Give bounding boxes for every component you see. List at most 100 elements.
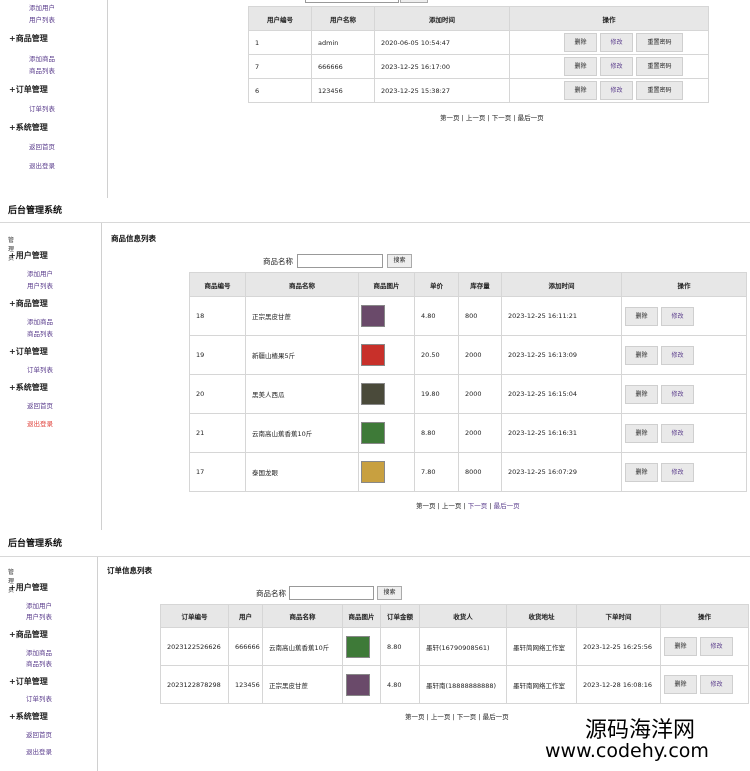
pager-last[interactable]: 最后一页 — [483, 713, 509, 721]
sidebar-link-add-user[interactable]: 添加用户 — [29, 2, 55, 12]
search-label: 商品名称 — [263, 257, 293, 266]
edit-button[interactable]: 修改 — [661, 423, 694, 443]
sidebar-link-logout[interactable]: 退出登录 — [26, 746, 52, 756]
pager-next[interactable]: 下一页 — [468, 502, 488, 510]
table-cell: admin — [311, 30, 375, 55]
sidebar-link-product-list[interactable]: 商品列表 — [29, 65, 55, 75]
pager-first[interactable]: 第一页 — [416, 502, 436, 510]
edit-button[interactable]: 修改 — [700, 675, 733, 694]
table-cell: 4.80 — [380, 665, 420, 704]
col-header: 商品名称 — [245, 272, 359, 297]
product-table: 商品编号 商品名称 商品图片 单价 库存量 添加时间 操作 18 正宗黑皮甘蔗 4.… — [189, 272, 747, 492]
delete-button[interactable]: 删除 — [625, 462, 658, 482]
sidebar-link-add-product[interactable]: 添加商品 — [29, 53, 55, 63]
sidebar-link-home[interactable]: 返回首页 — [29, 141, 55, 151]
search-button[interactable]: 搜索 — [387, 254, 412, 268]
image-cell — [358, 374, 415, 414]
sidebar-group-products[interactable]: +商品管理 — [9, 33, 48, 44]
col-header: 用户编号 — [248, 6, 312, 31]
sidebar-group-system[interactable]: +系统管理 — [9, 382, 48, 393]
sidebar-group-users[interactable]: +用户管理 — [9, 582, 48, 593]
delete-button[interactable]: 删除 — [564, 57, 597, 76]
sidebar-group-users[interactable]: +用户管理 — [9, 250, 48, 261]
sidebar-group-orders[interactable]: +订单管理 — [9, 84, 48, 95]
sidebar-link-add-product[interactable]: 添加商品 — [27, 316, 53, 326]
table-cell: 19.80 — [414, 374, 459, 414]
edit-button[interactable]: 修改 — [600, 81, 633, 100]
sidebar-link-logout[interactable]: 退出登录 — [29, 160, 55, 170]
sidebar-divider — [107, 0, 108, 198]
search-label: 商品名称 — [256, 589, 286, 598]
product-search: 商品名称 搜索 — [263, 254, 413, 268]
pager-prev[interactable]: 上一页 — [442, 502, 462, 510]
sidebar-group-system[interactable]: +系统管理 — [9, 122, 48, 133]
order-pager: 第一页 | 上一页 | 下一页 | 最后一页 — [405, 711, 509, 721]
table-row: 21 云南高山蕉香蕉10斤 8.80 2000 2023-12-25 16:16:31 删… — [189, 413, 747, 453]
delete-button[interactable]: 删除 — [625, 306, 658, 326]
delete-button[interactable]: 删除 — [564, 81, 597, 100]
edit-button[interactable]: 修改 — [600, 57, 633, 76]
edit-button[interactable]: 修改 — [661, 345, 694, 365]
pager-next[interactable]: 下一页 — [457, 713, 477, 721]
sidebar-link-product-list[interactable]: 商品列表 — [26, 658, 52, 668]
search-input-cropped[interactable] — [305, 0, 399, 3]
table-cell: 21 — [189, 413, 246, 453]
search-button[interactable]: 搜索 — [377, 586, 402, 600]
reset-password-button[interactable]: 重置密码 — [636, 33, 683, 52]
sidebar-link-user-list[interactable]: 用户列表 — [27, 280, 53, 290]
col-header: 库存量 — [458, 272, 502, 297]
delete-button[interactable]: 删除 — [664, 675, 697, 694]
search-input[interactable] — [297, 254, 383, 268]
sidebar-link-add-user[interactable]: 添加用户 — [26, 600, 52, 610]
pager-next[interactable]: 下一页 — [492, 114, 512, 122]
delete-button[interactable]: 删除 — [625, 345, 658, 365]
edit-button[interactable]: 修改 — [661, 462, 694, 482]
edit-button[interactable]: 修改 — [600, 33, 633, 52]
actions-cell: 删除 修改 — [660, 627, 749, 666]
delete-button[interactable]: 删除 — [625, 384, 658, 404]
sidebar-link-home[interactable]: 返回首页 — [27, 400, 53, 410]
pager-first[interactable]: 第一页 — [405, 713, 425, 721]
pager-last[interactable]: 最后一页 — [518, 114, 544, 122]
col-header: 用户 — [228, 604, 263, 628]
edit-button[interactable]: 修改 — [661, 384, 694, 404]
image-cell — [342, 665, 381, 704]
table-cell: 6 — [248, 78, 312, 103]
sidebar-group-products[interactable]: +商品管理 — [9, 298, 48, 309]
pager-prev[interactable]: 上一页 — [466, 114, 486, 122]
pager-prev[interactable]: 上一页 — [431, 713, 451, 721]
reset-password-button[interactable]: 重置密码 — [636, 57, 683, 76]
delete-button[interactable]: 删除 — [564, 33, 597, 52]
search-input[interactable] — [289, 586, 374, 600]
app-title: 后台管理系统 — [8, 539, 63, 549]
table-cell: 666666 — [228, 627, 263, 666]
table-cell: 2023-12-25 16:15:04 — [501, 374, 622, 414]
sidebar-link-order-list[interactable]: 订单列表 — [26, 693, 52, 703]
sidebar-link-order-list[interactable]: 订单列表 — [29, 103, 55, 113]
search-button-cropped[interactable] — [400, 0, 428, 3]
sidebar-link-user-list[interactable]: 用户列表 — [29, 14, 55, 24]
sidebar-group-orders[interactable]: +订单管理 — [9, 676, 48, 687]
sidebar-link-add-product[interactable]: 添加商品 — [26, 647, 52, 657]
product-pager: 第一页 | 上一页 | 下一页 | 最后一页 — [416, 500, 520, 510]
delete-button[interactable]: 删除 — [664, 637, 697, 656]
reset-password-button[interactable]: 重置密码 — [636, 81, 683, 100]
pager-last[interactable]: 最后一页 — [494, 502, 520, 510]
sidebar-group-system[interactable]: +系统管理 — [9, 711, 48, 722]
sidebar-link-order-list[interactable]: 订单列表 — [27, 364, 53, 374]
sidebar-link-product-list[interactable]: 商品列表 — [27, 328, 53, 338]
table-cell: 2000 — [458, 413, 502, 453]
edit-button[interactable]: 修改 — [661, 306, 694, 326]
edit-button[interactable]: 修改 — [700, 637, 733, 656]
table-row: 17 泰国龙眼 7.80 8000 2023-12-25 16:07:29 删除 修改 — [189, 452, 747, 492]
sidebar-group-products[interactable]: +商品管理 — [9, 629, 48, 640]
table-cell: 墨轩简网络工作室 — [506, 627, 577, 666]
sidebar-group-orders[interactable]: +订单管理 — [9, 346, 48, 357]
sidebar-link-user-list[interactable]: 用户列表 — [26, 611, 52, 621]
sidebar-link-logout[interactable]: 退出登录 — [27, 418, 53, 428]
sidebar-link-home[interactable]: 返回首页 — [26, 729, 52, 739]
pager-first[interactable]: 第一页 — [440, 114, 460, 122]
table-cell: 新疆山楂果5斤 — [245, 335, 359, 375]
sidebar-link-add-user[interactable]: 添加用户 — [27, 268, 53, 278]
delete-button[interactable]: 删除 — [625, 423, 658, 443]
